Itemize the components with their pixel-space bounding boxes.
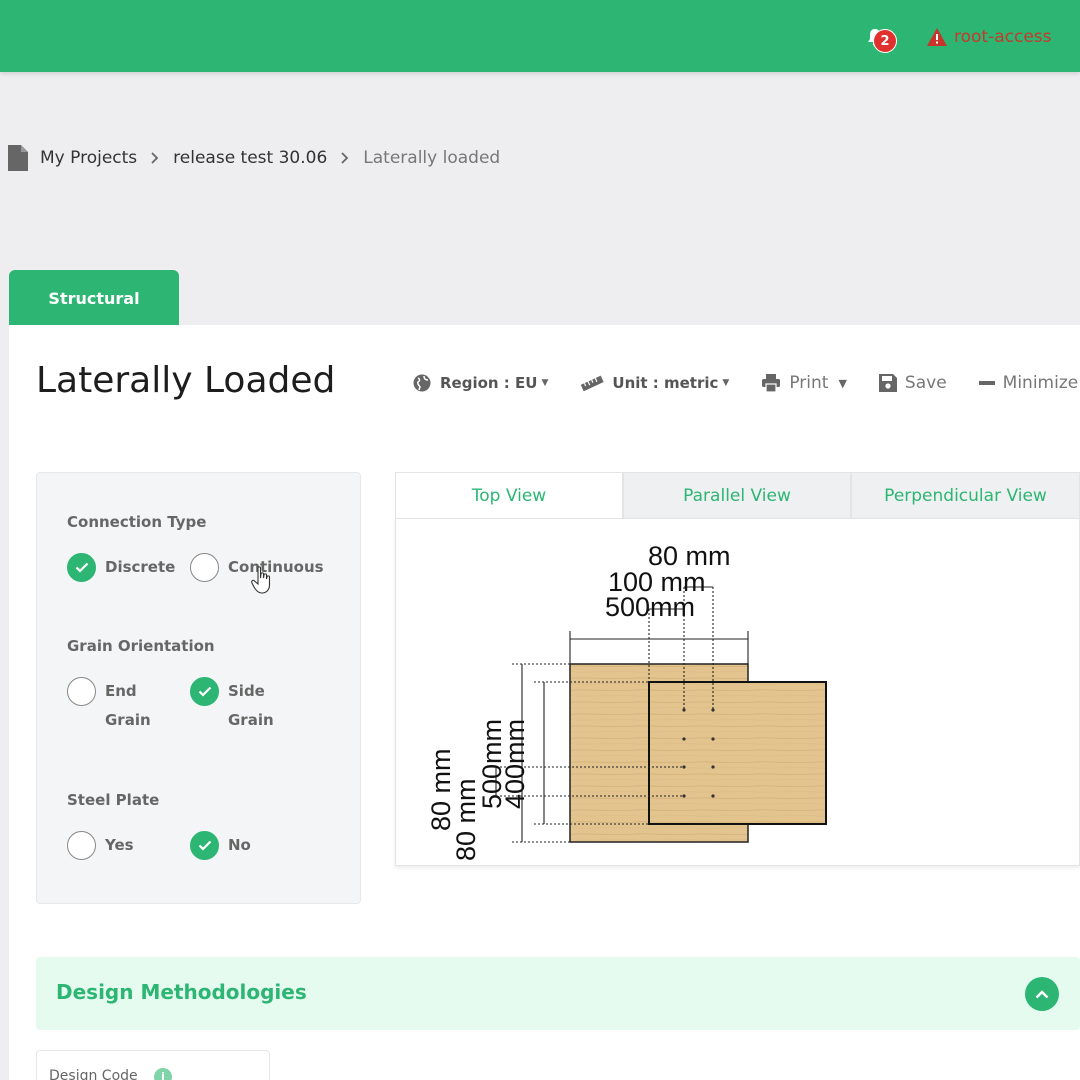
- radio-yes[interactable]: Yes: [67, 831, 134, 860]
- ruler-icon: [581, 375, 605, 391]
- tab-perpendicular-view[interactable]: Perpendicular View: [851, 472, 1080, 519]
- minimize-button[interactable]: Minimize: [978, 373, 1079, 393]
- save-label: Save: [904, 373, 947, 393]
- caret-down-icon: ▼: [541, 378, 549, 388]
- user-label: root-access: [954, 27, 1052, 47]
- connection-type-label: Connection Type: [67, 513, 207, 531]
- check-icon: [190, 831, 219, 860]
- label-line: End: [105, 682, 137, 700]
- toolbar: Region : EU ▼ Unit : metric ▼ Print ▼ Sa…: [412, 370, 1078, 396]
- user-menu[interactable]: root-access: [926, 25, 1052, 49]
- design-code-label: Design Code: [49, 1068, 138, 1080]
- minimize-label: Minimize: [1002, 373, 1079, 393]
- view-tabs: Top View Parallel View Perpendicular Vie…: [395, 472, 1080, 519]
- info-icon[interactable]: i: [154, 1068, 172, 1080]
- radio-continuous-label: Continuous: [228, 558, 324, 576]
- unit-label: Unit : metric: [612, 374, 719, 392]
- tab-structural[interactable]: Structural: [9, 270, 179, 326]
- printer-icon: [762, 374, 781, 392]
- tab-parallel-view[interactable]: Parallel View: [623, 472, 851, 519]
- diagram-panel: 80 mm 100 mm 500mm 80 mm 80 mm 500mm 400…: [395, 518, 1080, 866]
- connection-diagram: 80 mm 100 mm 500mm 80 mm 80 mm 500mm 400…: [426, 541, 827, 861]
- unit-dropdown[interactable]: Unit : metric ▼: [580, 374, 729, 392]
- radio-discrete-label: Discrete: [105, 558, 176, 576]
- dim-label-left-400: 400mm: [500, 719, 530, 809]
- globe-icon: [413, 374, 431, 392]
- radio-empty: [67, 831, 96, 860]
- radio-end-grain[interactable]: End Grain: [67, 677, 165, 735]
- radio-no[interactable]: No: [190, 831, 251, 860]
- caret-down-icon: ▼: [722, 378, 730, 388]
- check-icon: [67, 553, 96, 582]
- region-label: Region : EU: [440, 374, 538, 392]
- check-icon: [190, 677, 219, 706]
- steel-plate-label: Steel Plate: [67, 791, 160, 809]
- radio-yes-label: Yes: [105, 836, 134, 854]
- caret-down-icon: ▼: [838, 376, 847, 390]
- radio-empty: [67, 677, 96, 706]
- breadcrumb: My Projects release test 30.06 Laterally…: [8, 144, 500, 172]
- radio-discrete[interactable]: Discrete: [67, 553, 175, 582]
- dim-label-top-500: 500mm: [605, 592, 695, 622]
- floppy-disk-icon: [878, 374, 897, 392]
- hand-cursor-icon: [251, 566, 271, 594]
- top-bar: [0, 0, 1080, 72]
- grain-orientation-label: Grain Orientation: [67, 637, 215, 655]
- chevron-right-icon: [151, 152, 159, 164]
- region-dropdown[interactable]: Region : EU ▼: [412, 373, 548, 393]
- radio-empty: [190, 553, 219, 582]
- collapse-button[interactable]: [1025, 977, 1059, 1011]
- save-button[interactable]: Save: [878, 373, 947, 393]
- chevron-right-icon: [341, 152, 349, 164]
- radio-end-grain-label: End Grain: [105, 677, 165, 735]
- minus-icon: [978, 381, 995, 385]
- breadcrumb-my-projects[interactable]: My Projects: [40, 148, 137, 168]
- notification-badge[interactable]: 2: [873, 29, 897, 53]
- radio-no-label: No: [228, 836, 251, 854]
- page-title: Laterally Loaded: [36, 360, 336, 401]
- radio-side-grain-label: Side Grain: [228, 677, 288, 735]
- chevron-up-icon: [1035, 989, 1049, 998]
- timber-member-side: [648, 681, 827, 825]
- label-line: Grain: [105, 711, 151, 729]
- breadcrumb-project[interactable]: release test 30.06: [173, 148, 327, 168]
- label-line: Side: [228, 682, 265, 700]
- print-button[interactable]: Print ▼: [761, 373, 847, 393]
- breadcrumb-current: Laterally loaded: [363, 148, 501, 168]
- tab-top-view[interactable]: Top View: [395, 472, 623, 519]
- radio-side-grain[interactable]: Side Grain: [190, 677, 288, 735]
- design-methodologies-title: Design Methodologies: [56, 980, 307, 1004]
- label-line: Grain: [228, 711, 274, 729]
- warning-icon: [927, 28, 947, 46]
- document-icon: [8, 145, 28, 171]
- print-label: Print: [789, 373, 829, 393]
